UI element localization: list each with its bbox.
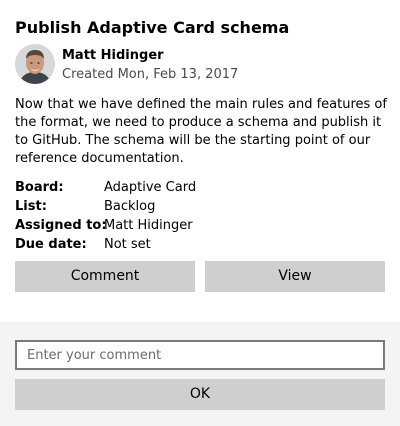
comment-button[interactable]: Comment xyxy=(15,261,195,292)
fact-value: Matt Hidinger xyxy=(104,218,193,233)
view-button[interactable]: View xyxy=(205,261,385,292)
comment-panel: OK xyxy=(0,322,400,426)
fact-set: Board: Adaptive Card List: Backlog Assig… xyxy=(15,178,196,254)
fact-row-assigned: Assigned to: Matt Hidinger xyxy=(15,216,196,235)
card-title: Publish Adaptive Card schema xyxy=(15,18,290,37)
fact-key: Due date: xyxy=(15,237,87,252)
created-date: Created Mon, Feb 13, 2017 xyxy=(62,67,239,82)
fact-row-list: List: Backlog xyxy=(15,197,196,216)
fact-value: Backlog xyxy=(104,199,156,214)
adaptive-card: Publish Adaptive Card schema Matt Hiding… xyxy=(0,0,400,426)
fact-value: Adaptive Card xyxy=(104,180,197,195)
author-name: Matt Hidinger xyxy=(62,48,164,63)
fact-row-board: Board: Adaptive Card xyxy=(15,178,196,197)
ok-button[interactable]: OK xyxy=(15,379,385,410)
profile-photo-icon xyxy=(15,44,55,84)
fact-value: Not set xyxy=(104,237,151,252)
card-description: Now that we have defined the main rules … xyxy=(15,97,387,166)
fact-key: List: xyxy=(15,199,47,214)
avatar xyxy=(15,44,55,84)
card-body: Publish Adaptive Card schema Matt Hiding… xyxy=(0,0,400,322)
fact-row-due-date: Due date: Not set xyxy=(15,235,196,254)
comment-input[interactable] xyxy=(15,340,385,370)
fact-key: Assigned to: xyxy=(15,218,107,233)
fact-key: Board: xyxy=(15,180,64,195)
